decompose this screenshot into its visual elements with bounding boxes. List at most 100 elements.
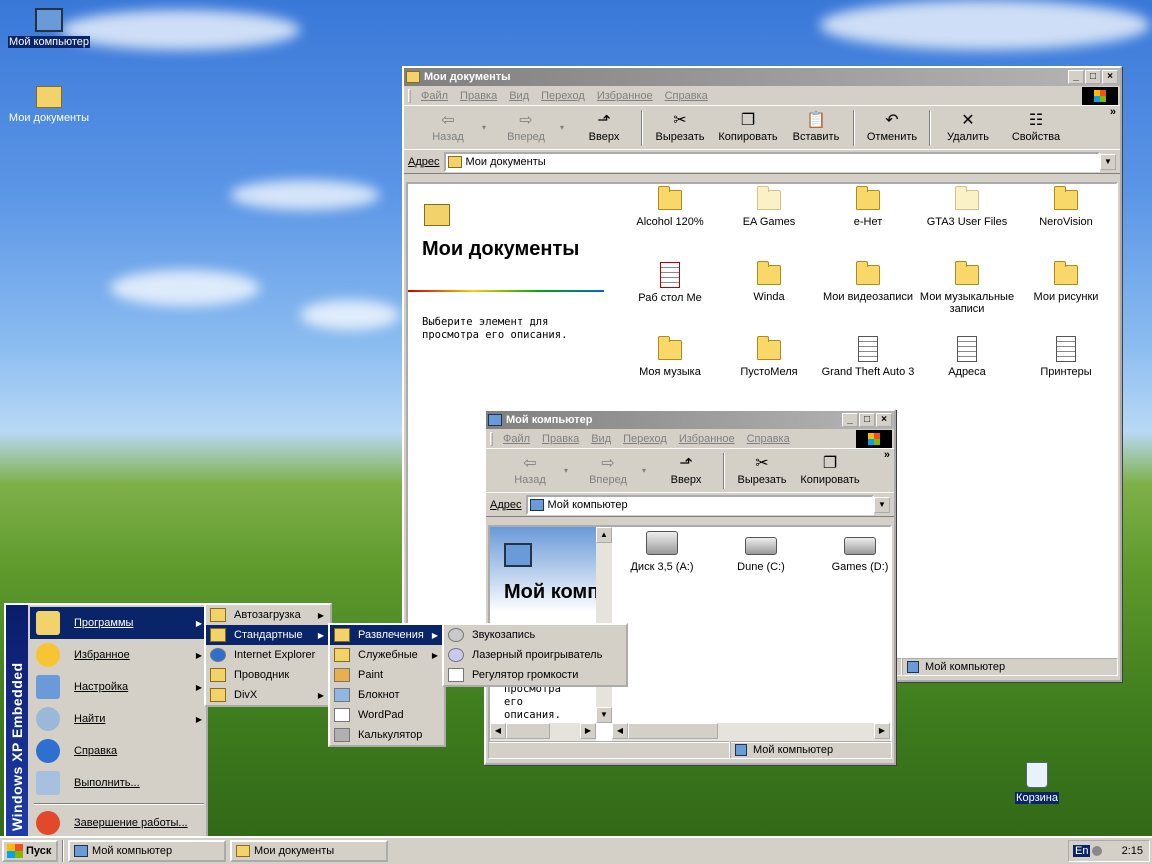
folder-item[interactable]: Alcohol 120% bbox=[620, 186, 720, 228]
address-dropdown-button[interactable]: ▼ bbox=[1100, 153, 1116, 170]
horizontal-scrollbar-left[interactable]: ◀ ▶ bbox=[490, 723, 596, 741]
horizontal-scrollbar-right[interactable]: ◀ ▶ bbox=[612, 723, 890, 741]
menu-item-wordpad[interactable]: WordPad bbox=[330, 705, 444, 725]
folder-item[interactable]: Мои видеозаписи bbox=[818, 261, 918, 303]
start-button[interactable]: Пуск bbox=[2, 840, 58, 862]
scroll-down-button[interactable]: ▼ bbox=[596, 707, 612, 723]
address-dropdown-button[interactable]: ▼ bbox=[874, 496, 890, 513]
scroll-right-button[interactable]: ▶ bbox=[580, 723, 596, 739]
up-button[interactable]: ⬏ Вверх bbox=[652, 451, 720, 491]
back-dropdown[interactable]: ▾ bbox=[482, 123, 492, 132]
menu-item-explorer[interactable]: Проводник bbox=[206, 665, 330, 685]
scroll-thumb[interactable] bbox=[506, 723, 550, 739]
back-dropdown[interactable]: ▾ bbox=[564, 466, 574, 475]
address-input[interactable]: Мой компьютер bbox=[525, 494, 874, 515]
folder-item[interactable]: NeroVision bbox=[1016, 186, 1116, 228]
start-item-programs[interactable]: Программы ▶ bbox=[30, 607, 206, 639]
scroll-left-button[interactable]: ◀ bbox=[612, 723, 628, 739]
forward-button[interactable]: ⇨ Вперед bbox=[574, 451, 642, 491]
menu-item-sound-recorder[interactable]: Звукозапись bbox=[444, 625, 626, 645]
start-item-settings[interactable]: Настройка ▶ bbox=[30, 671, 206, 703]
menu-go[interactable]: Переход bbox=[617, 433, 673, 445]
back-button[interactable]: ⇦ Назад bbox=[414, 108, 482, 148]
folder-item[interactable]: Мои рисунки bbox=[1016, 261, 1116, 303]
start-item-shutdown[interactable]: Завершение работы... bbox=[30, 807, 206, 839]
back-button[interactable]: ⇦ Назад bbox=[496, 451, 564, 491]
close-button[interactable]: × bbox=[1102, 70, 1118, 84]
menu-item-entertainment[interactable]: Развлечения ▶ bbox=[330, 625, 444, 645]
menu-favorites[interactable]: Избранное bbox=[673, 433, 741, 445]
folder-item[interactable]: Мои музыкальные записи bbox=[917, 261, 1017, 315]
minimize-button[interactable]: _ bbox=[842, 413, 858, 427]
address-input[interactable]: Мои документы bbox=[443, 151, 1100, 172]
menu-help[interactable]: Справка bbox=[659, 90, 714, 102]
forward-dropdown[interactable]: ▾ bbox=[560, 123, 570, 132]
menu-edit[interactable]: Правка bbox=[536, 433, 585, 445]
menu-favorites[interactable]: Избранное bbox=[591, 90, 659, 102]
desktop-icon-my-computer[interactable]: Мой компьютер bbox=[4, 4, 94, 48]
drive-item[interactable]: Games (D:) bbox=[810, 531, 910, 573]
scroll-thumb[interactable] bbox=[628, 723, 718, 739]
toolbar-more-button[interactable]: » bbox=[884, 449, 890, 461]
scroll-up-button[interactable]: ▲ bbox=[596, 527, 612, 543]
properties-button[interactable]: ☷ Свойства bbox=[1002, 108, 1070, 148]
start-item-run[interactable]: Выполнить... bbox=[30, 767, 206, 799]
menu-item-system-tools[interactable]: Служебные ▶ bbox=[330, 645, 444, 665]
menu-item-paint[interactable]: Paint bbox=[330, 665, 444, 685]
menu-item-internet-explorer[interactable]: Internet Explorer bbox=[206, 645, 330, 665]
copy-button[interactable]: ❐ Копировать bbox=[714, 108, 782, 148]
file-item[interactable]: Принтеры bbox=[1016, 336, 1116, 378]
maximize-button[interactable]: □ bbox=[1085, 70, 1101, 84]
minimize-button[interactable]: _ bbox=[1068, 70, 1084, 84]
menu-edit[interactable]: Правка bbox=[454, 90, 503, 102]
cut-button[interactable]: ✂ Вырезать bbox=[728, 451, 796, 491]
delete-button[interactable]: ✕ Удалить bbox=[934, 108, 1002, 148]
menu-item-divx[interactable]: DivX ▶ bbox=[206, 685, 330, 705]
menu-item-notepad[interactable]: Блокнот bbox=[330, 685, 444, 705]
menu-item-cd-player[interactable]: Лазерный проигрыватель bbox=[444, 645, 626, 665]
start-item-favorites[interactable]: Избранное ▶ bbox=[30, 639, 206, 671]
volume-icon[interactable] bbox=[1092, 846, 1103, 856]
scroll-right-button[interactable]: ▶ bbox=[874, 723, 890, 739]
up-button[interactable]: ⬏ Вверх bbox=[570, 108, 638, 148]
menu-item-startup[interactable]: Автозагрузка ▶ bbox=[206, 605, 330, 625]
task-my-computer[interactable]: Мой компьютер bbox=[68, 840, 226, 862]
drive-item[interactable]: Диск 3,5 (A:) bbox=[612, 531, 712, 573]
title-bar[interactable]: Мой компьютер _ □ × bbox=[486, 411, 894, 429]
start-item-help[interactable]: Справка bbox=[30, 735, 206, 767]
scroll-left-button[interactable]: ◀ bbox=[490, 723, 506, 739]
folder-item[interactable]: GTA3 User Files bbox=[917, 186, 1017, 228]
undo-button[interactable]: ↶ Отменить bbox=[858, 108, 926, 148]
desktop-icon-recycle-bin[interactable]: Корзина bbox=[992, 762, 1082, 804]
maximize-button[interactable]: □ bbox=[859, 413, 875, 427]
folder-item[interactable]: EA Games bbox=[719, 186, 819, 228]
close-button[interactable]: × bbox=[876, 413, 892, 427]
folder-item[interactable]: ПустоМеля bbox=[719, 336, 819, 378]
toolbar-more-button[interactable]: » bbox=[1110, 106, 1116, 118]
cut-button[interactable]: ✂ Вырезать bbox=[646, 108, 714, 148]
task-my-documents[interactable]: Мои документы bbox=[230, 840, 388, 862]
paste-button[interactable]: 📋 Вставить bbox=[782, 108, 850, 148]
language-indicator[interactable]: En bbox=[1073, 845, 1091, 857]
copy-button[interactable]: ❐ Копировать bbox=[796, 451, 864, 491]
forward-button[interactable]: ⇨ Вперед bbox=[492, 108, 560, 148]
desktop-icon-my-documents[interactable]: Мои документы bbox=[4, 80, 94, 124]
file-item[interactable]: Grand Theft Auto 3 bbox=[818, 336, 918, 378]
menu-item-accessories[interactable]: Стандартные ▶ bbox=[206, 625, 330, 645]
menu-view[interactable]: Вид bbox=[503, 90, 535, 102]
forward-dropdown[interactable]: ▾ bbox=[642, 466, 652, 475]
menu-file[interactable]: Файл bbox=[497, 433, 536, 445]
file-item[interactable]: Раб стол Me bbox=[620, 262, 720, 304]
menu-view[interactable]: Вид bbox=[585, 433, 617, 445]
folder-item[interactable]: Winda bbox=[719, 261, 819, 303]
menu-item-calculator[interactable]: Калькулятор bbox=[330, 725, 444, 745]
menu-go[interactable]: Переход bbox=[535, 90, 591, 102]
folder-item[interactable]: e-Нет bbox=[818, 186, 918, 228]
drive-item[interactable]: Dune (C:) bbox=[711, 531, 811, 573]
start-item-search[interactable]: Найти ▶ bbox=[30, 703, 206, 735]
clock[interactable]: 2:15 bbox=[1122, 845, 1143, 857]
menu-help[interactable]: Справка bbox=[741, 433, 796, 445]
menu-item-volume-control[interactable]: Регулятор громкости bbox=[444, 665, 626, 685]
file-item[interactable]: Адреса bbox=[917, 336, 1017, 378]
folder-item[interactable]: Моя музыка bbox=[620, 336, 720, 378]
